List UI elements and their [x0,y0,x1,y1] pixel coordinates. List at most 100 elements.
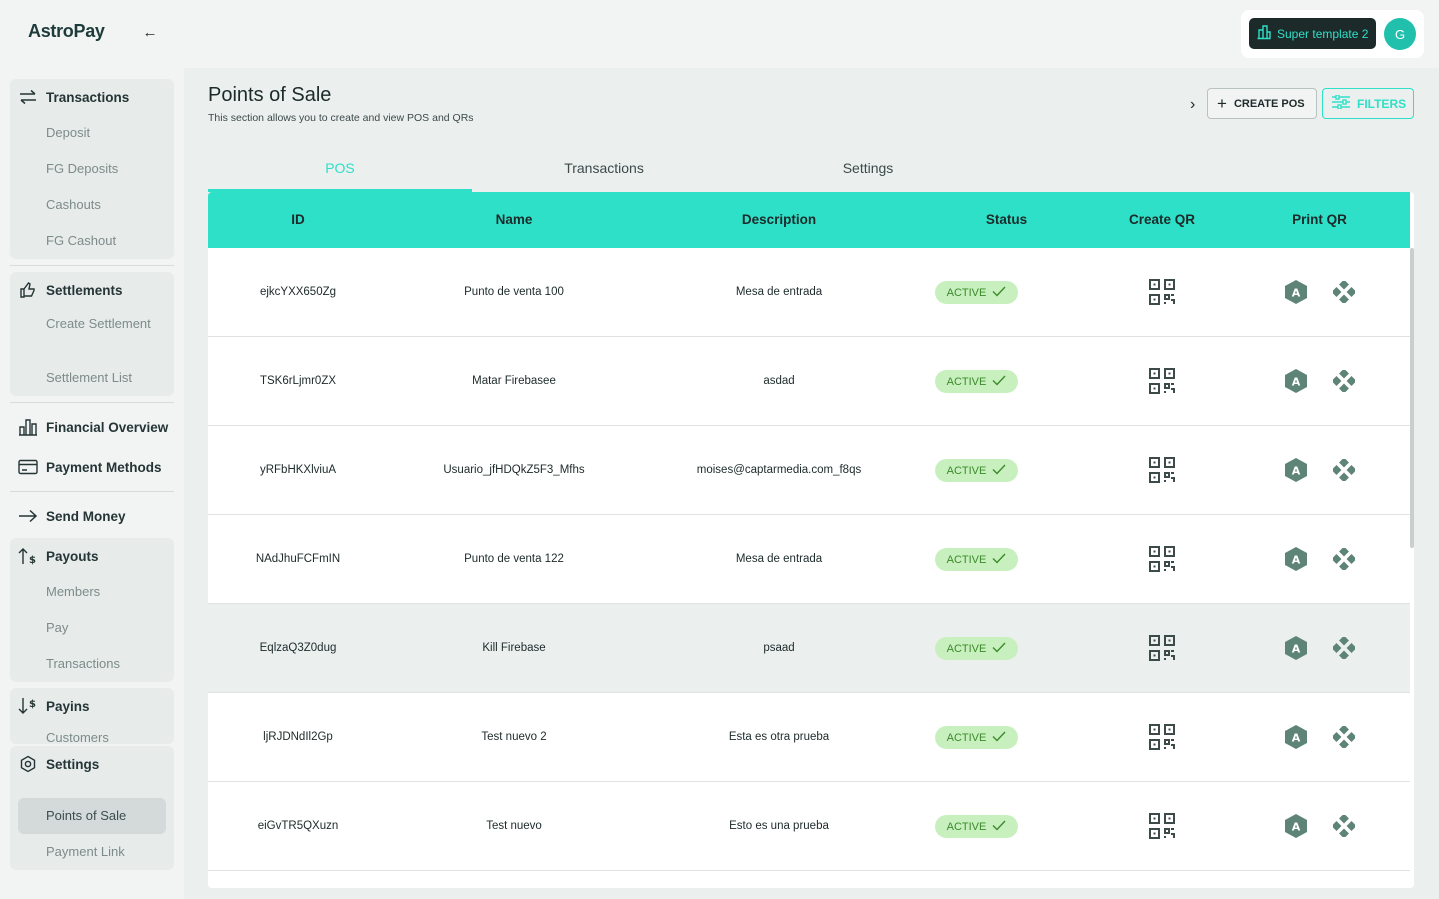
sliders-icon [1332,94,1350,112]
status-label: ACTIVE [946,553,987,566]
nav-payment-methods[interactable]: Payment Methods [10,449,174,485]
check-icon [992,642,1006,656]
create-qr-icon[interactable] [1148,545,1176,573]
tab-transactions[interactable]: Transactions [472,148,736,192]
nav-fg-deposits[interactable]: FG Deposits [10,151,174,187]
print-qr-astropay-icon[interactable]: A [1285,458,1307,482]
row-name: Punto de venta 100 [464,286,564,298]
status-label: ACTIVE [946,642,987,655]
svg-text:A: A [1292,732,1301,745]
status-badge: ACTIVE [935,548,1018,571]
filters-button[interactable]: FILTERS [1322,88,1414,119]
tab-settings[interactable]: Settings [736,148,1000,192]
check-icon [992,553,1006,567]
table-row[interactable]: TSK6rLjmr0ZX Matar Firebasee asdad ACTIVE A [208,337,1410,426]
table-row[interactable]: ljRJDNdIl2Gp Test nuevo 2 Esta es otra pru… [208,693,1410,782]
print-qr-diamond-icon[interactable] [1331,724,1357,750]
nav-pay[interactable]: Pay [10,610,174,646]
create-pos-button[interactable]: + CREATE POS [1207,88,1317,119]
nav-payout-transactions[interactable]: Transactions [10,646,174,682]
status-badge: ACTIVE [935,281,1018,304]
svg-text:$: $ [29,555,36,565]
nav-fg-cashout[interactable]: FG Cashout [10,223,174,259]
row-description: asdad [763,375,795,387]
check-icon [992,375,1006,389]
collapse-sidebar-arrow-icon[interactable]: ← [141,24,159,42]
nav-payins[interactable]: $ Payins [10,688,174,724]
row-name: Usuario_jfHDQkZ5F3_Mfhs [443,464,585,476]
nav-cashouts[interactable]: Cashouts [10,187,174,223]
create-qr-icon[interactable] [1148,634,1176,662]
nav-transactions[interactable]: Transactions [10,79,174,115]
col-id: ID [291,212,305,227]
print-qr-astropay-icon[interactable]: A [1285,547,1307,571]
nav-group-settings: Settings Points of Sale Payment Link [10,746,174,870]
row-description: Esto es una prueba [729,820,829,832]
building-icon [1256,24,1272,43]
divider [10,402,174,403]
nav-group-settlements: Settlements Create Settlement Settlement… [10,272,174,396]
nav-create-settlement[interactable]: Create Settlement [10,308,174,360]
nav-settings-label: Settings [46,756,100,772]
table-scrollbar[interactable] [1410,248,1414,548]
nav-settlement-list[interactable]: Settlement List [10,360,174,396]
nav-settlements[interactable]: Settlements [10,272,174,308]
table-row[interactable]: EqlzaQ3Z0dug Kill Firebase psaad ACTIVE A [208,604,1410,693]
create-qr-icon[interactable] [1148,723,1176,751]
print-qr-diamond-icon[interactable] [1331,279,1357,305]
create-qr-icon[interactable] [1148,812,1176,840]
chevron-right-icon[interactable]: › [1190,96,1195,114]
plus-icon: + [1217,93,1227,113]
print-qr-astropay-icon[interactable]: A [1285,369,1307,393]
print-qr-astropay-icon[interactable]: A [1285,280,1307,304]
col-create-qr: Create QR [1128,212,1196,227]
table-row[interactable]: ejkcYXX650Zg Punto de venta 100 Mesa de en… [208,248,1410,337]
print-qr-diamond-icon[interactable] [1331,457,1357,483]
filters-label: FILTERS [1357,96,1407,111]
print-qr-astropay-icon[interactable]: A [1285,725,1307,749]
print-qr-astropay-icon[interactable]: A [1285,814,1307,838]
nav-payouts[interactable]: $ Payouts [10,538,174,574]
nav-members[interactable]: Members [10,574,174,610]
nav-customers[interactable]: Customers [10,724,174,744]
row-name: Test nuevo [486,820,542,832]
nav-settlements-label: Settlements [46,282,123,298]
svg-text:A: A [1292,287,1301,300]
nav-financial-overview-label: Financial Overview [46,419,169,435]
nav-send-money[interactable]: Send Money [10,498,174,534]
table-row[interactable]: yRFbHKXlviuA Usuario_jfHDQkZ5F3_Mfhs moise… [208,426,1410,515]
row-id: ljRJDNdIl2Gp [263,731,333,743]
create-qr-icon[interactable] [1148,278,1176,306]
row-name: Matar Firebasee [472,375,556,387]
row-description: psaad [763,642,795,654]
create-qr-icon[interactable] [1148,456,1176,484]
print-qr-diamond-icon[interactable] [1331,813,1357,839]
col-status: Status [985,212,1028,227]
row-id: ejkcYXX650Zg [259,286,337,298]
nav-points-of-sale[interactable]: Points of Sale [18,798,166,834]
print-qr-diamond-icon[interactable] [1331,368,1357,394]
user-avatar[interactable]: G [1384,18,1416,50]
gear-icon [18,754,38,774]
nav-settings[interactable]: Settings [10,746,174,782]
table-header: ID Name Description Status Create QR Pri… [208,192,1410,248]
table-row[interactable]: NAdJhuFCFmIN Punto de venta 122 Mesa de en… [208,515,1410,604]
nav-transactions-label: Transactions [46,89,130,105]
print-qr-diamond-icon[interactable] [1331,546,1357,572]
print-qr-diamond-icon[interactable] [1331,635,1357,661]
main-content: Points of Sale This section allows you t… [184,68,1439,899]
col-print-qr: Print QR [1292,212,1347,227]
status-badge: ACTIVE [935,815,1018,838]
status-label: ACTIVE [946,731,987,744]
svg-text:A: A [1292,554,1301,567]
nav-deposit[interactable]: Deposit [10,115,174,151]
nav-payment-link[interactable]: Payment Link [10,834,174,870]
print-qr-astropay-icon[interactable]: A [1285,636,1307,660]
create-qr-icon[interactable] [1148,367,1176,395]
tab-pos[interactable]: POS [208,148,472,192]
nav-financial-overview[interactable]: Financial Overview [10,409,174,445]
check-icon [992,731,1006,745]
table-row[interactable]: eiGvTR5QXuzn Test nuevo Esto es una prueba… [208,782,1410,871]
astropay-logo[interactable]: AstroPay [28,21,105,42]
template-selector-button[interactable]: Super template 2 [1249,18,1376,49]
